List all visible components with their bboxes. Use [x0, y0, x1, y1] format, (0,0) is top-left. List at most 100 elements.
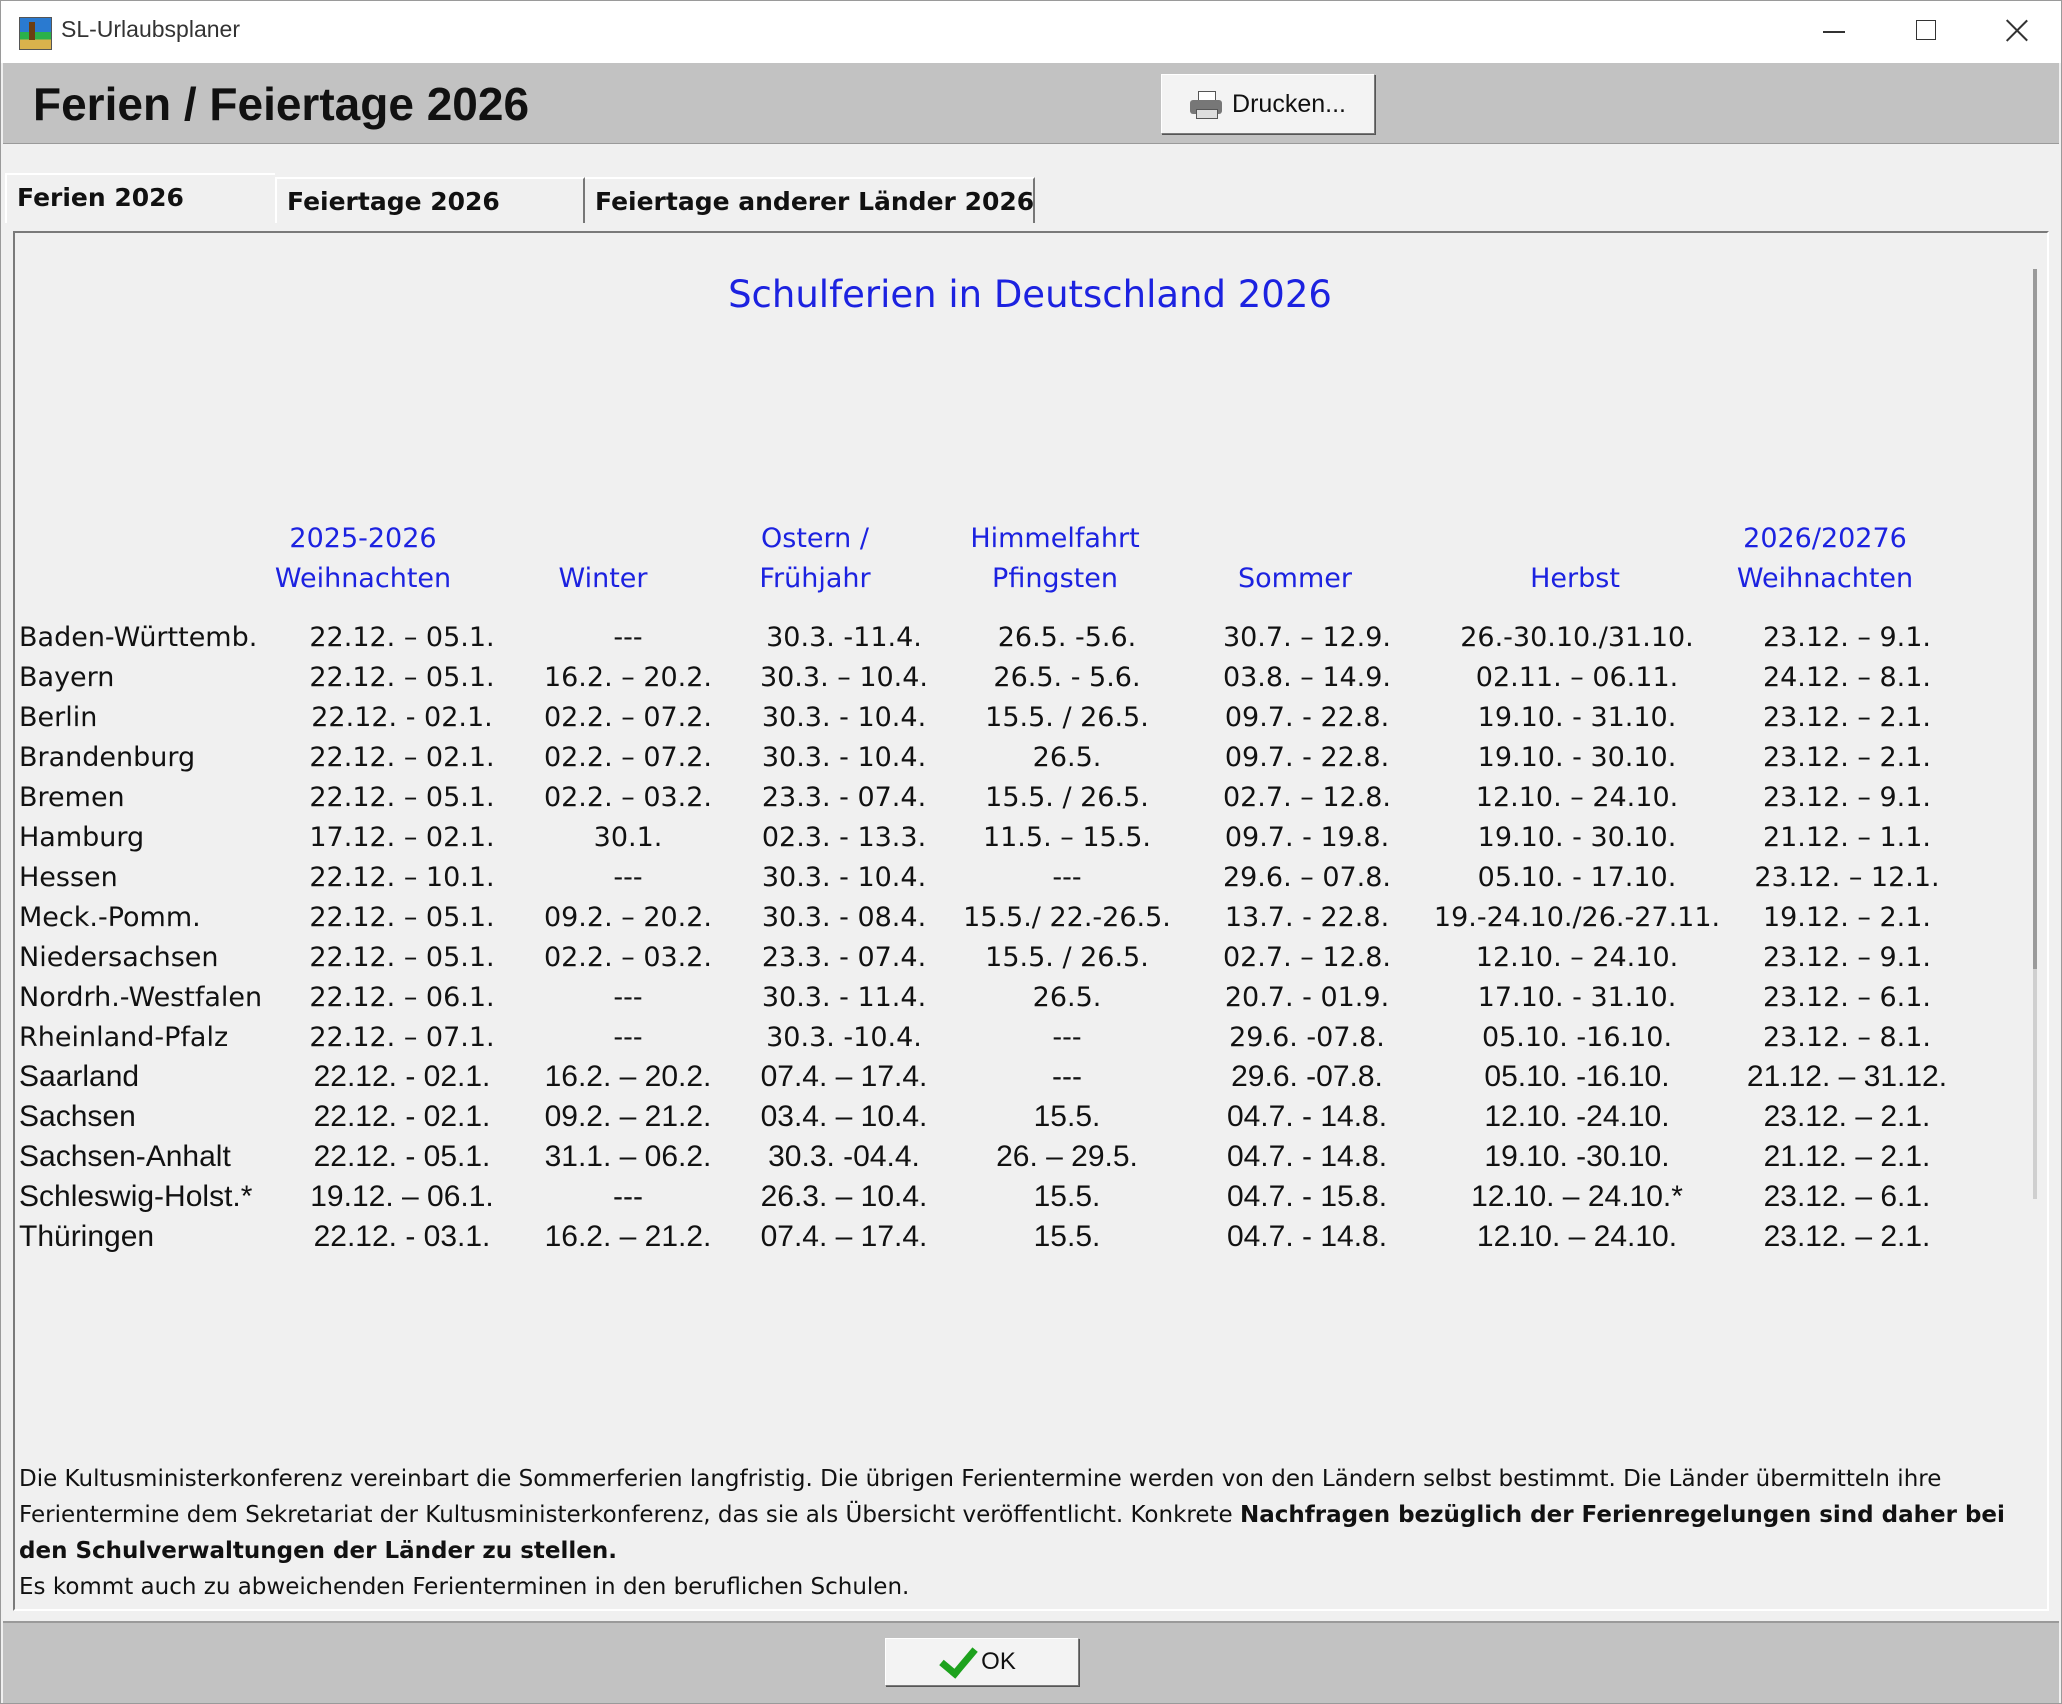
column-header-weihnachten-2025: 2025-2026 Weihnachten	[274, 523, 452, 594]
table-cell: 23.12. – 8.1.	[1762, 1021, 1932, 1053]
land-name: Niedersachsen	[19, 941, 219, 973]
table-cell: 02.2. – 07.2.	[543, 701, 713, 733]
print-button[interactable]: Drucken...	[1161, 74, 1375, 134]
table-cell: 21.12. – 2.1.	[1763, 1140, 1931, 1173]
table-cell: 30.7. – 12.9.	[1222, 621, 1392, 653]
table-cell: 31.1. – 06.2.	[544, 1140, 712, 1173]
table-cell: 12.10. -24.10.	[1484, 1100, 1670, 1133]
column-header-ostern: Ostern / Frühjahr	[759, 523, 871, 594]
content-title: Schulferien in Deutschland 2026	[728, 273, 1332, 316]
table-cell: 03.8. – 14.9.	[1222, 661, 1392, 693]
tab-ferien[interactable]: Ferien 2026	[5, 173, 275, 223]
table-cell: 02.2. – 03.2.	[543, 781, 713, 813]
table-row: Schleswig-Holst.* 19.12. – 06.1. --- 26.3. …	[19, 1177, 1967, 1217]
table-row: Brandenburg 22.12. – 02.1. 02.2. – 07.2. 30…	[19, 737, 1967, 777]
table-cell: 12.10. – 24.10.	[1475, 781, 1679, 813]
land-name: Hessen	[19, 861, 118, 893]
table-cell: 22.12. – 10.1.	[309, 861, 495, 893]
tab-feiertage[interactable]: Feiertage 2026	[275, 177, 585, 223]
maximize-button[interactable]	[1879, 1, 1971, 63]
tab-bar: Ferien 2026 Feiertage 2026 Feiertage and…	[1, 173, 1101, 225]
window-title: SL-Urlaubsplaner	[61, 16, 240, 42]
table-cell: 05.10. -16.10.	[1481, 1021, 1673, 1053]
table-row: Thüringen 22.12. - 03.1. 16.2. – 21.2. 07.4…	[19, 1217, 1967, 1257]
table-cell: 17.12. – 02.1.	[309, 821, 495, 853]
table-cell: 23.12. – 9.1.	[1762, 941, 1932, 973]
land-name: Sachsen	[19, 1100, 136, 1133]
content-panel: Schulferien in Deutschland 2026 2025-202…	[13, 231, 2049, 1611]
table-cell: ---	[613, 621, 643, 653]
palm-beach-icon	[19, 17, 52, 50]
table-cell: 30.3. - 10.4.	[761, 701, 927, 733]
land-name: Rheinland-Pfalz	[19, 1021, 229, 1053]
table-cell: 12.10. – 24.10.	[1476, 1220, 1678, 1253]
table-cell: 22.12. - 02.1.	[313, 1100, 491, 1133]
land-name: Hamburg	[19, 821, 145, 853]
table-cell: 05.10. -16.10.	[1484, 1060, 1670, 1093]
table-cell: 19.12. – 06.1.	[310, 1180, 494, 1213]
close-icon	[2005, 18, 2029, 42]
table-cell: 07.4. – 17.4.	[760, 1220, 928, 1253]
table-cell: 19.-24.10./26.-27.11.	[1433, 901, 1721, 933]
column-header-herbst: Herbst	[1530, 563, 1620, 594]
table-cell: 15.5.	[1033, 1220, 1101, 1253]
table-cell: 16.2. – 20.2.	[543, 661, 713, 693]
table-cell: 30.3. - 10.4.	[761, 741, 927, 773]
minimize-button[interactable]	[1787, 1, 1879, 63]
table-cell: 23.12. – 9.1.	[1762, 781, 1932, 813]
table-cell: 19.10. - 30.10.	[1477, 741, 1677, 773]
land-name: Nordrh.-Westfalen	[19, 981, 263, 1013]
table-cell: 07.4. – 17.4.	[760, 1060, 928, 1093]
table-cell: ---	[613, 1180, 643, 1213]
table-cell: 04.7. - 14.8.	[1226, 1140, 1388, 1173]
table-cell: 29.6. -07.8.	[1229, 1021, 1385, 1053]
table-cell: 19.12. – 2.1.	[1762, 901, 1932, 933]
table-cell: 05.10. - 17.10.	[1477, 861, 1677, 893]
table-cell: 22.12. – 05.1.	[309, 661, 495, 693]
table-cell: 15.5. / 26.5.	[985, 701, 1149, 733]
table-cell: 26.3. – 10.4.	[760, 1180, 928, 1213]
table-cell: 04.7. - 14.8.	[1226, 1220, 1388, 1253]
table-cell: 09.7. - 22.8.	[1224, 701, 1390, 733]
footer-note: Die Kultusministerkonferenz vereinbart d…	[19, 1466, 2005, 1600]
table-cell: 23.12. – 2.1.	[1762, 701, 1932, 733]
table-cell: 21.12. – 1.1.	[1762, 821, 1932, 853]
table-cell: 30.3. – 10.4.	[759, 661, 929, 693]
ok-button[interactable]: OK	[885, 1637, 1079, 1686]
tab-feiertage-andere-laender[interactable]: Feiertage anderer Länder 2026	[585, 177, 1035, 223]
table-cell: 02.7. – 12.8.	[1222, 941, 1392, 973]
table-cell: 23.3. - 07.4.	[761, 781, 927, 813]
table-cell: 29.6. – 07.8.	[1222, 861, 1392, 893]
close-button[interactable]	[1971, 1, 2061, 63]
table-cell: 19.10. - 30.10.	[1477, 821, 1677, 853]
table-cell: ---	[613, 981, 643, 1013]
table-cell: 22.12. – 07.1.	[309, 1021, 495, 1053]
table-row: Hessen 22.12. – 10.1. --- 30.3. - 10.4. --- 2…	[19, 857, 1967, 897]
table-cell: 23.12. – 12.1.	[1754, 861, 1940, 893]
table-cell: 22.12. - 05.1.	[313, 1140, 491, 1173]
minimize-icon	[1823, 31, 1845, 33]
table-row: Bayern 22.12. – 05.1. 16.2. – 20.2. 30.3. –…	[19, 657, 1967, 697]
table-cell: 09.2. – 21.2.	[544, 1100, 712, 1133]
header-bar: Ferien / Feiertage 2026 Drucken...	[3, 63, 2059, 144]
table-row: Sachsen-Anhalt 22.12. - 05.1. 31.1. – 06.2…	[19, 1137, 1967, 1177]
table-cell: 19.10. - 31.10.	[1477, 701, 1677, 733]
table-cell: 02.2. – 03.2.	[543, 941, 713, 973]
table-cell: 17.10. - 31.10.	[1477, 981, 1677, 1013]
scrollbar-thumb[interactable]	[2033, 269, 2037, 969]
table-cell: 29.6. -07.8.	[1231, 1060, 1383, 1093]
table-cell: 23.12. – 9.1.	[1762, 621, 1932, 653]
table-cell: 16.2. – 21.2.	[544, 1220, 712, 1253]
table-cell: 23.12. – 2.1.	[1763, 1220, 1931, 1253]
table-row: Niedersachsen 22.12. – 05.1. 02.2. – 03.2.…	[19, 937, 1967, 977]
land-name: Bayern	[19, 661, 115, 693]
table-cell: 22.12. – 05.1.	[309, 941, 495, 973]
table-row: Baden-Württemb. 22.12. – 05.1. --- 30.3. -1…	[19, 617, 1967, 657]
table-cell: ---	[1052, 1060, 1082, 1093]
table-cell: 15.5./ 22.-26.5.	[963, 901, 1171, 933]
table-cell: 26.5. - 5.6.	[993, 661, 1141, 693]
printer-icon	[1190, 91, 1223, 119]
land-name: Schleswig-Holst.*	[19, 1180, 253, 1213]
table-cell: 04.7. - 14.8.	[1226, 1100, 1388, 1133]
table-cell: 26.-30.10./31.10.	[1460, 621, 1694, 653]
